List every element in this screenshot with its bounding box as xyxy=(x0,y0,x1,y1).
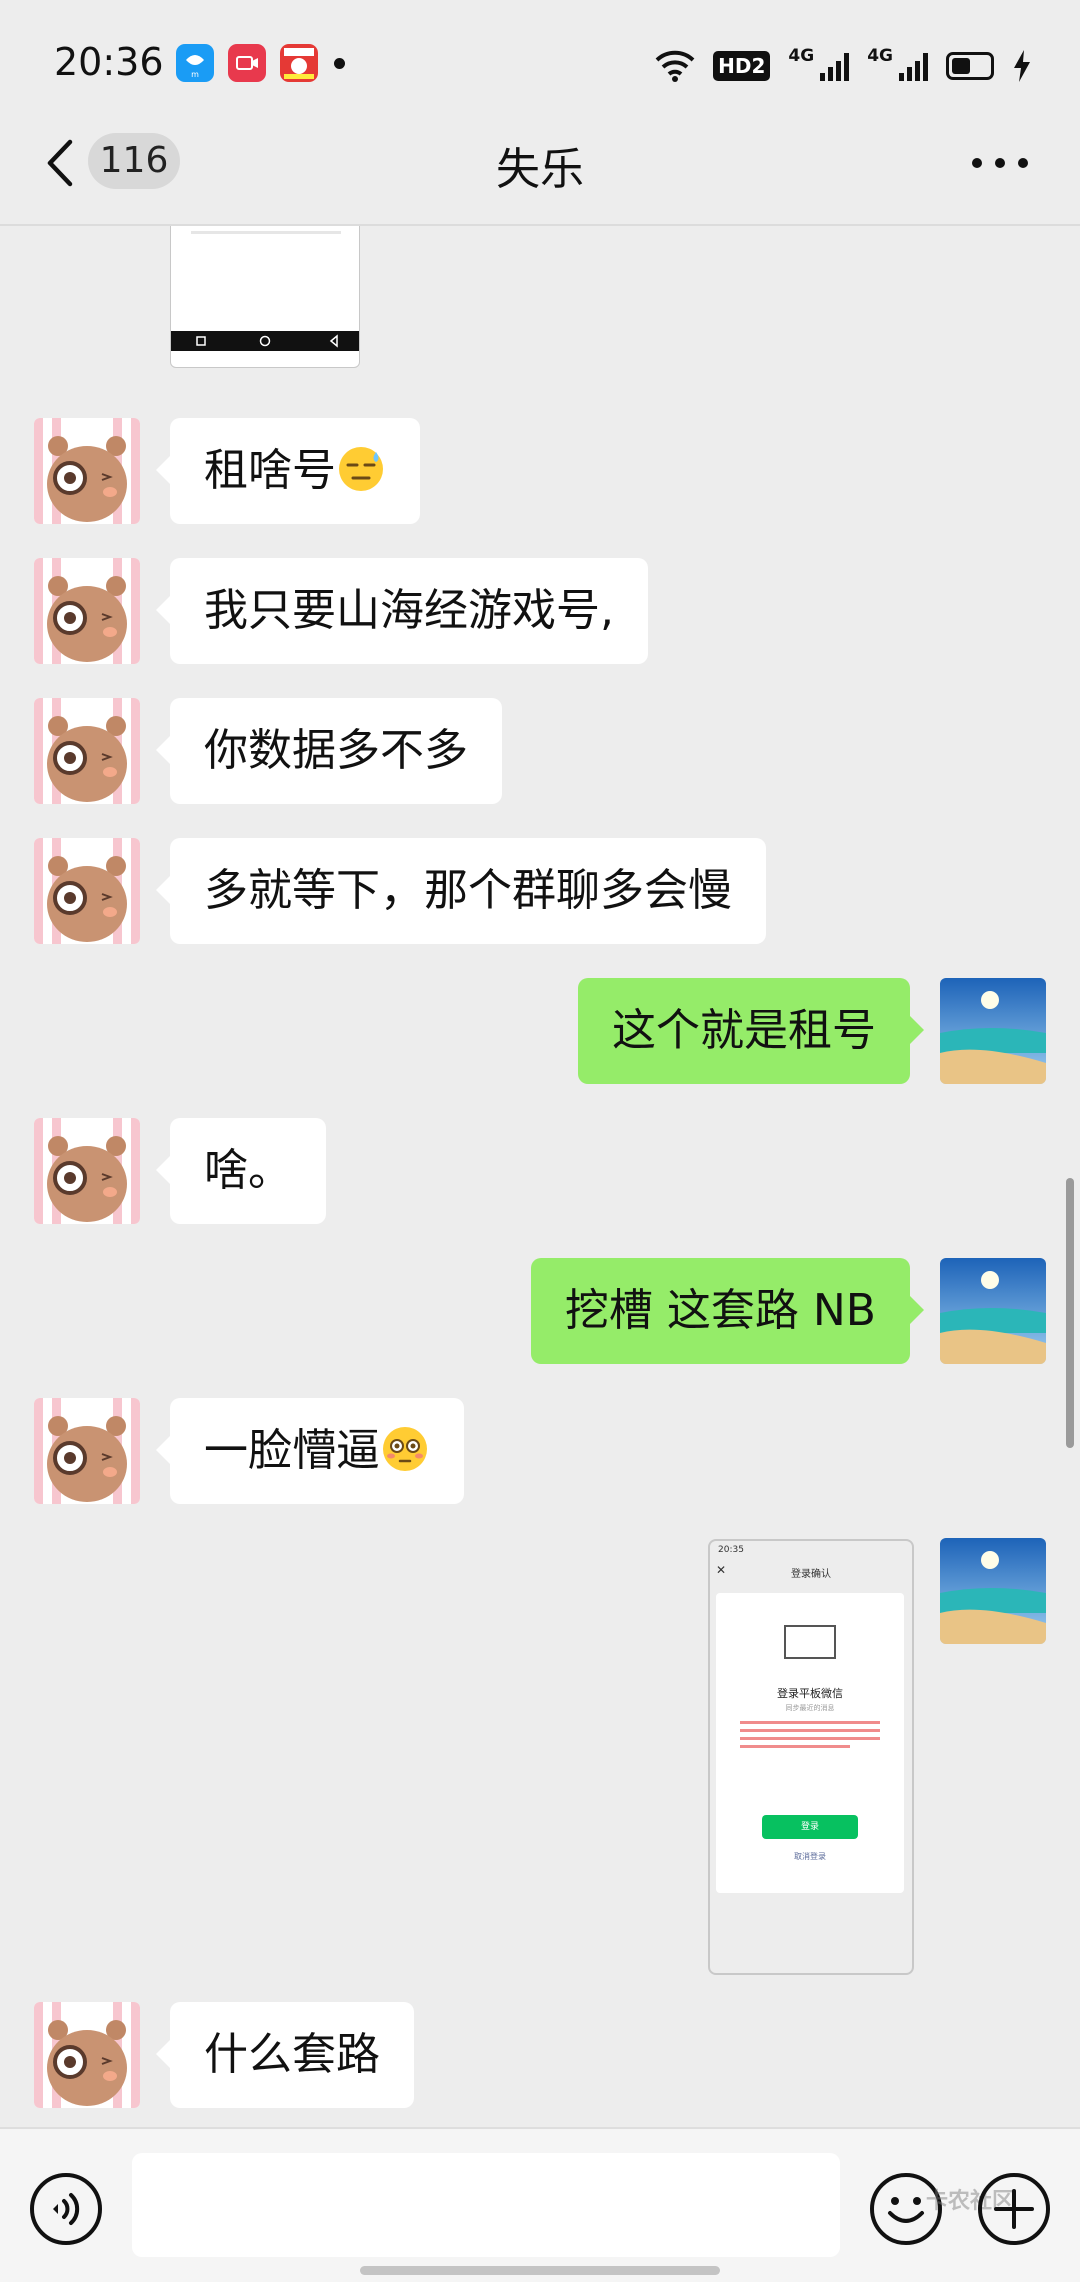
hd-voice-badge: HD2 xyxy=(713,51,771,81)
charging-icon xyxy=(1014,50,1030,82)
message-text: 啥。 xyxy=(204,1145,292,1196)
my-avatar[interactable] xyxy=(940,1258,1046,1364)
message-bubble-outgoing[interactable]: 这个就是租号 xyxy=(578,978,924,1084)
message-text: 你数据多不多 xyxy=(204,725,468,776)
more-options-icon[interactable] xyxy=(972,158,1028,170)
message-bubble[interactable]: 租啥号 xyxy=(156,418,420,524)
message-bubble[interactable]: 啥。 xyxy=(156,1118,326,1224)
message-text: 租啥号 xyxy=(204,445,336,496)
contact-avatar[interactable] xyxy=(34,418,140,524)
image-page-title: 登录确认 xyxy=(791,1569,831,1580)
contact-avatar[interactable] xyxy=(34,1398,140,1504)
message-text: 什么套路 xyxy=(204,2029,380,2080)
image-message[interactable] xyxy=(170,226,360,368)
signal-icon xyxy=(820,51,850,81)
sweat-smile-emoji xyxy=(339,447,383,491)
message-text: 这个就是租号 xyxy=(612,1005,876,1056)
message-bubble[interactable]: 什么套路 xyxy=(156,2002,414,2108)
flushed-emoji xyxy=(383,1427,427,1471)
message-list[interactable]: 租啥号 我只要山海经游戏号, 你数据多不多 多就等下，那个群聊多会慢 这个就是租… xyxy=(0,226,1080,2126)
message-bubble-outgoing[interactable]: 挖槽 这套路 NB xyxy=(530,1258,925,1364)
message-text: 多就等下，那个群聊多会慢 xyxy=(204,865,732,916)
scrollbar[interactable] xyxy=(1066,1178,1074,1448)
my-avatar[interactable] xyxy=(940,978,1046,1084)
tablet-icon xyxy=(784,1625,836,1659)
chat-title: 失乐 xyxy=(496,144,584,195)
network-type: 4G xyxy=(867,46,893,66)
notification-dot xyxy=(334,58,345,69)
image-checkbox-label: 同步最近的消息 xyxy=(785,1704,835,1712)
status-indicators: HD2 4G 4G xyxy=(655,44,1032,88)
message-bubble[interactable]: 你数据多不多 xyxy=(156,698,502,804)
image-cancel-link: 取消登录 xyxy=(794,1852,826,1861)
home-indicator[interactable] xyxy=(360,2266,720,2275)
input-bar: 卡农社区 xyxy=(0,2127,1080,2282)
image-login-button: 登录 xyxy=(762,1815,858,1839)
signal-icon xyxy=(899,51,928,81)
contact-avatar[interactable] xyxy=(34,1118,140,1224)
status-time: 20:36 xyxy=(54,40,164,84)
image-message[interactable]: 20:35 ✕ 登录确认 登录平板微信 同步最近的消息 登录 取消登录 xyxy=(708,1539,914,1975)
contact-avatar[interactable] xyxy=(34,558,140,664)
message-bubble[interactable]: 一脸懵逼 xyxy=(156,1398,464,1504)
image-status-time: 20:35 xyxy=(718,1545,744,1555)
contact-avatar[interactable] xyxy=(34,838,140,944)
network-type: 4G xyxy=(788,46,815,66)
status-bar: 20:36 m HD2 4G 4G xyxy=(0,0,1080,130)
message-text: 我只要山海经游戏号, xyxy=(204,585,614,636)
image-login-heading: 登录平板微信 xyxy=(777,1687,843,1700)
message-input[interactable] xyxy=(132,2153,840,2257)
my-avatar[interactable] xyxy=(940,1538,1046,1644)
wifi-icon xyxy=(655,50,695,82)
battery-icon xyxy=(946,52,994,80)
promo-app-icon xyxy=(280,44,318,82)
video-app-icon xyxy=(228,44,266,82)
message-bubble[interactable]: 多就等下，那个群聊多会慢 xyxy=(156,838,766,944)
message-text: 挖槽 这套路 NB xyxy=(564,1285,876,1336)
contact-avatar[interactable] xyxy=(34,698,140,804)
svg-text:m: m xyxy=(191,70,199,79)
ele-app-icon: m xyxy=(176,44,214,82)
voice-input-icon[interactable] xyxy=(28,2171,104,2247)
message-text: 一脸懵逼 xyxy=(204,1425,380,1476)
plus-icon[interactable] xyxy=(976,2171,1052,2247)
message-bubble[interactable]: 我只要山海经游戏号, xyxy=(156,558,648,664)
contact-avatar[interactable] xyxy=(34,2002,140,2108)
